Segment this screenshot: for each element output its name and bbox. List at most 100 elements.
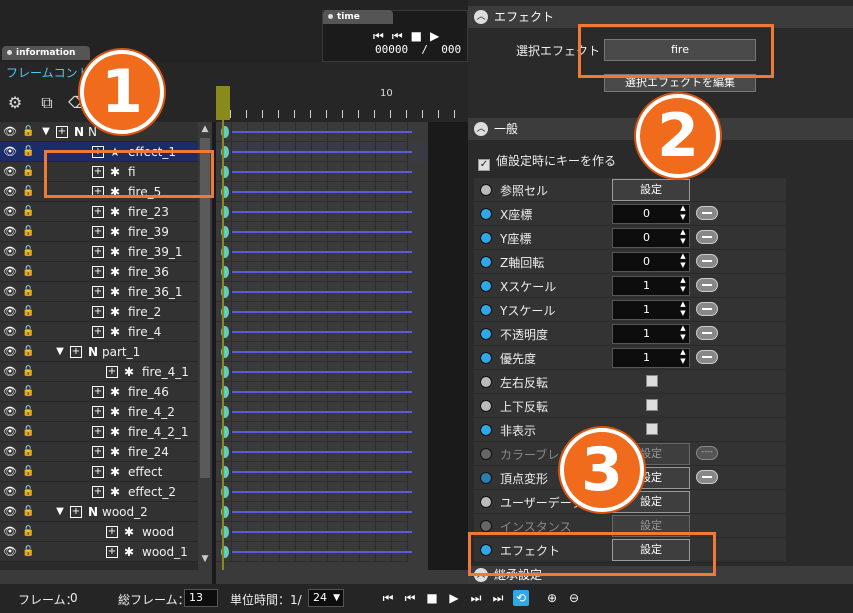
eye-icon[interactable]: 👁	[3, 325, 17, 339]
eye-icon[interactable]: 👁	[3, 385, 17, 399]
plus-box-icon[interactable]: +	[92, 446, 104, 458]
timeline-horizontal-scrollbar[interactable]	[216, 570, 468, 584]
collapse-icon[interactable]: ︿	[474, 10, 488, 24]
eye-icon[interactable]: 👁	[3, 485, 17, 499]
layer-row[interactable]: 👁 🔓 + ✱ fire_46	[0, 382, 212, 402]
timeline-row[interactable]	[216, 182, 428, 202]
lock-icon[interactable]: 🔓	[22, 485, 34, 499]
lock-icon[interactable]: 🔓	[22, 265, 34, 279]
timeline-row[interactable]	[216, 522, 428, 542]
eye-icon[interactable]: 👁	[3, 245, 17, 259]
timeline-row[interactable]	[216, 542, 428, 562]
property-row[interactable]: X座標 0 ▲ ▼	[474, 202, 786, 226]
eye-icon[interactable]: 👁	[3, 465, 17, 479]
layer-row[interactable]: 👁 🔓 + ✱ effect_2	[0, 482, 212, 502]
plus-box-icon[interactable]: +	[92, 466, 104, 478]
lock-icon[interactable]: 🔓	[22, 545, 34, 559]
plus-box-icon[interactable]: +	[92, 266, 104, 278]
eye-icon[interactable]: 👁	[3, 165, 17, 179]
loop-icon[interactable]: ⟲	[513, 590, 529, 606]
plus-box-icon[interactable]: +	[70, 506, 82, 518]
checkbox-checked-icon[interactable]: ✓	[478, 159, 490, 171]
play-icon[interactable]: ▶	[446, 590, 462, 606]
property-checkbox[interactable]	[646, 423, 658, 435]
key-dot-icon[interactable]	[480, 184, 492, 196]
plus-box-icon[interactable]: +	[92, 246, 104, 258]
layer-row[interactable]: 👁 🔓 + ✱ fire_24	[0, 442, 212, 462]
layer-row[interactable]: 👁 🔓 + ✱ wood_1	[0, 542, 212, 562]
plus-box-icon[interactable]: +	[92, 386, 104, 398]
lock-icon[interactable]: 🔓	[22, 205, 34, 219]
spinner-arrows-icon[interactable]: ▲ ▼	[678, 324, 688, 342]
lock-icon[interactable]: 🔓	[22, 145, 34, 159]
eye-icon[interactable]: 👁	[3, 425, 17, 439]
timeline-row[interactable]	[216, 302, 428, 322]
eye-icon[interactable]: 👁	[3, 265, 17, 279]
layer-row[interactable]: 👁 🔓 + ✱ fire_36	[0, 262, 212, 282]
layer-row[interactable]: 👁 🔓 + ✱ fire_4_2	[0, 402, 212, 422]
key-dot-icon[interactable]	[480, 376, 492, 388]
lock-icon[interactable]: 🔓	[22, 125, 34, 139]
layer-row[interactable]: 👁 🔓 ▼ + Npart_1	[0, 342, 212, 362]
dash-toggle-icon[interactable]: ----	[696, 446, 718, 460]
scroll-up-icon[interactable]: ▲	[198, 124, 212, 134]
lock-icon[interactable]: 🔓	[22, 465, 34, 479]
minus-toggle-icon[interactable]	[696, 206, 718, 220]
timeline-row[interactable]	[216, 362, 428, 382]
spinner-arrows-icon[interactable]: ▲ ▼	[678, 252, 688, 270]
information-tab[interactable]: information	[2, 46, 90, 60]
eye-icon[interactable]: 👁	[3, 525, 17, 539]
unit-time-select[interactable]: 24 ▼	[308, 589, 344, 607]
layer-row[interactable]: 👁 🔓 + ✱ fire_4_1	[0, 362, 212, 382]
layer-row[interactable]: 👁 🔓 + ✱ fire_4_2_1	[0, 422, 212, 442]
eye-icon[interactable]: 👁	[3, 305, 17, 319]
key-dot-icon[interactable]	[480, 472, 492, 484]
plus-box-icon[interactable]: +	[92, 426, 104, 438]
key-dot-icon[interactable]	[480, 448, 492, 460]
timeline-row[interactable]	[216, 442, 428, 462]
minus-toggle-icon[interactable]	[696, 278, 718, 292]
property-row[interactable]: 上下反転	[474, 394, 786, 418]
property-checkbox[interactable]	[646, 375, 658, 387]
plus-box-icon[interactable]: +	[106, 546, 118, 558]
timeline-row[interactable]	[216, 222, 428, 242]
key-dot-icon[interactable]	[480, 496, 492, 508]
layer-row[interactable]: 👁 🔓 ▼ + Nwood_2	[0, 502, 212, 522]
timeline-row[interactable]	[216, 242, 428, 262]
timeline-row[interactable]	[216, 502, 428, 522]
property-settings-button[interactable]: 設定	[612, 179, 690, 201]
expand-triangle-icon[interactable]: ▼	[54, 346, 66, 358]
plus-box-icon[interactable]: +	[92, 226, 104, 238]
stop-icon[interactable]: ■	[424, 590, 440, 606]
minus-toggle-icon[interactable]	[696, 470, 718, 484]
minus-toggle-icon[interactable]	[696, 254, 718, 268]
timeline-row[interactable]	[216, 142, 428, 162]
layer-row[interactable]: 👁 🔓 + ✱ fire_39	[0, 222, 212, 242]
first-frame-icon[interactable]: ⏮	[373, 29, 384, 44]
eye-icon[interactable]: 👁	[3, 405, 17, 419]
plus-box-icon[interactable]: +	[92, 286, 104, 298]
spinner-arrows-icon[interactable]: ▲ ▼	[678, 300, 688, 318]
lock-icon[interactable]: 🔓	[22, 185, 34, 199]
timeline-row[interactable]	[216, 482, 428, 502]
property-row[interactable]: 参照セル 設定	[474, 178, 786, 202]
eye-icon[interactable]: 👁	[3, 205, 17, 219]
lock-icon[interactable]: 🔓	[22, 445, 34, 459]
eye-icon[interactable]: 👁	[3, 145, 17, 159]
timeline-row[interactable]	[216, 202, 428, 222]
eye-icon[interactable]: 👁	[3, 365, 17, 379]
eye-icon[interactable]: 👁	[3, 285, 17, 299]
timeline-grid[interactable]	[216, 122, 428, 570]
key-dot-icon[interactable]	[480, 328, 492, 340]
eye-icon[interactable]: 👁	[3, 545, 17, 559]
key-dot-icon[interactable]	[480, 280, 492, 292]
layer-row[interactable]: 👁 🔓 + ✱ fire_23	[0, 202, 212, 222]
playhead-handle[interactable]	[216, 86, 230, 120]
timeline-row[interactable]	[216, 122, 428, 142]
eye-icon[interactable]: 👁	[3, 345, 17, 359]
plus-box-icon[interactable]: +	[92, 306, 104, 318]
lock-icon[interactable]: 🔓	[22, 325, 34, 339]
lock-icon[interactable]: 🔓	[22, 405, 34, 419]
timeline-row[interactable]	[216, 462, 428, 482]
add-part-icon[interactable]: ⚙	[4, 92, 26, 114]
